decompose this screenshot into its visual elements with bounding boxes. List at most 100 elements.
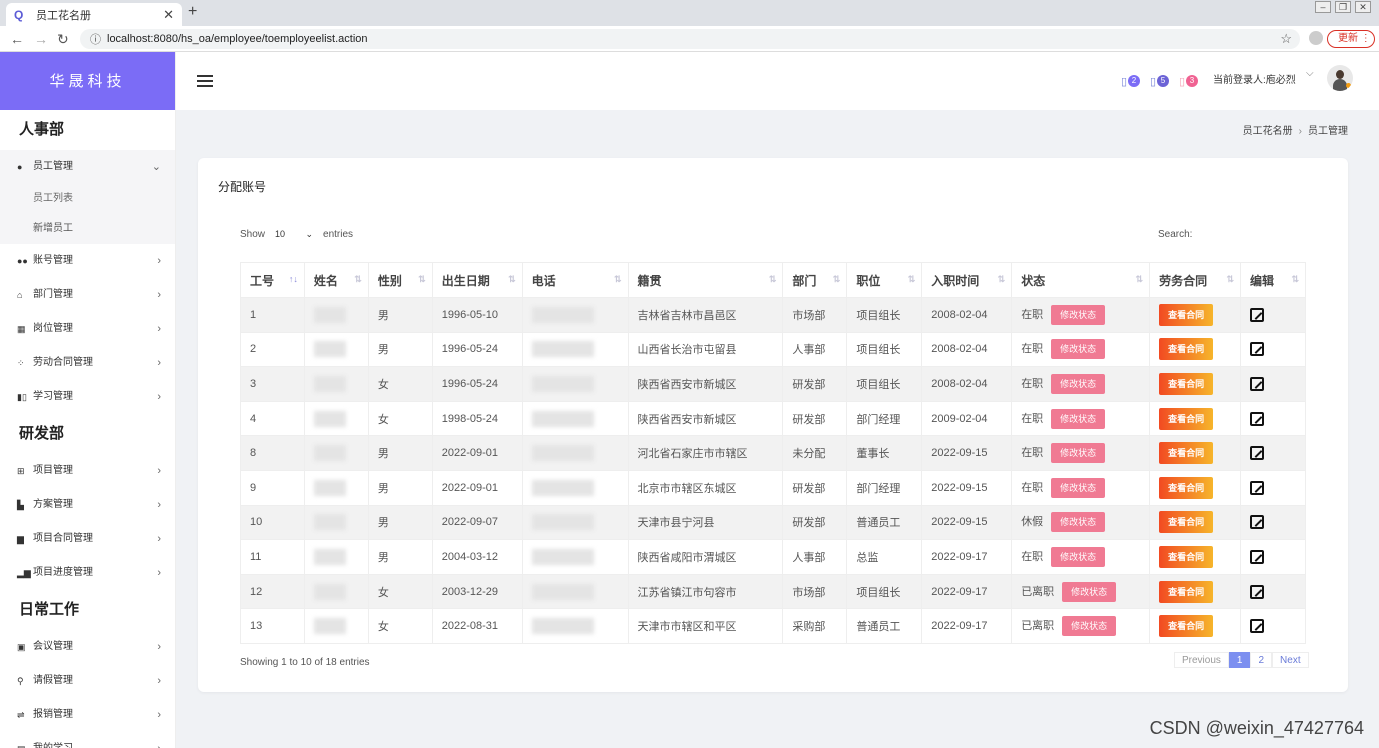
- change-status-button[interactable]: 修改状态: [1051, 443, 1106, 464]
- view-contract-button[interactable]: 查看合同: [1159, 442, 1214, 465]
- notification-alert[interactable]: ▯ 3: [1179, 74, 1198, 88]
- sidebar-item-meeting[interactable]: ▣ 会议管理 ›: [0, 630, 175, 664]
- view-contract-button[interactable]: 查看合同: [1159, 476, 1214, 499]
- cell-edit: [1239, 469, 1307, 506]
- sidebar-item-post[interactable]: ▦ 岗位管理 ›: [0, 312, 175, 346]
- notification-mail[interactable]: ▯ 2: [1121, 74, 1140, 88]
- sidebar-item-employee[interactable]: ● 员工管理 ⌄: [0, 150, 175, 184]
- view-contract-button[interactable]: 查看合同: [1159, 545, 1214, 568]
- change-status-button[interactable]: 修改状态: [1051, 512, 1106, 533]
- menu-toggle-icon[interactable]: [197, 75, 213, 87]
- cell-dept: 市场部: [782, 297, 848, 333]
- col-header-position[interactable]: 职位 ⇅: [846, 262, 923, 298]
- sidebar-item-labor-contract[interactable]: ⁘ 劳动合同管理 ›: [0, 346, 175, 380]
- change-status-button[interactable]: 修改状态: [1051, 339, 1106, 360]
- change-status-button[interactable]: 修改状态: [1051, 546, 1106, 567]
- col-header-name[interactable]: 姓名 ⇅: [303, 262, 369, 298]
- edit-icon[interactable]: [1249, 376, 1264, 391]
- edit-icon[interactable]: [1249, 446, 1264, 461]
- sidebar-item-label: 项目合同管理: [33, 533, 93, 544]
- cell-edit: [1239, 504, 1307, 541]
- profile-icon[interactable]: [1309, 31, 1323, 45]
- edit-icon[interactable]: [1249, 584, 1264, 599]
- edit-icon[interactable]: [1249, 549, 1264, 564]
- change-status-button[interactable]: 修改状态: [1051, 477, 1106, 498]
- view-contract-button[interactable]: 查看合同: [1159, 615, 1214, 638]
- browser-tab[interactable]: Q 员工花名册 ✕: [6, 3, 182, 26]
- col-header-birth[interactable]: 出生日期 ⇅: [431, 262, 523, 298]
- pager-previous[interactable]: Previous: [1174, 652, 1229, 668]
- edit-icon[interactable]: [1249, 307, 1264, 322]
- col-header-origin[interactable]: 籍贯 ⇅: [627, 262, 784, 298]
- cell-birth: 2004-03-12: [431, 539, 523, 575]
- col-header-phone[interactable]: 电话 ⇅: [521, 262, 629, 298]
- view-contract-button[interactable]: 查看合同: [1159, 580, 1214, 603]
- minimize-icon[interactable]: –: [1315, 1, 1331, 13]
- reload-icon[interactable]: ↻: [57, 31, 69, 48]
- sidebar-item-study[interactable]: ▮▯ 学习管理 ›: [0, 380, 175, 414]
- col-header-contract[interactable]: 劳务合同 ⇅: [1149, 262, 1241, 298]
- bookmark-star-icon[interactable]: ☆: [1280, 31, 1292, 47]
- forward-icon[interactable]: →: [34, 31, 48, 47]
- update-button[interactable]: 更新 ⋮: [1327, 30, 1375, 48]
- change-status-button[interactable]: 修改状态: [1062, 581, 1117, 602]
- sidebar-item-reimburse[interactable]: ⇌ 报销管理 ›: [0, 698, 175, 732]
- current-user-label[interactable]: 当前登录人:庖必烈: [1213, 71, 1296, 86]
- chevron-right-icon: ›: [157, 391, 161, 403]
- back-icon[interactable]: ←: [10, 31, 24, 47]
- redacted-phone: [531, 445, 594, 462]
- avatar[interactable]: [1327, 65, 1353, 91]
- col-header-status[interactable]: 状态 ⇅: [1011, 262, 1151, 298]
- sidebar-subitem-employee-list[interactable]: 员工列表: [0, 184, 175, 214]
- page-length-select[interactable]: 10 ⌄: [271, 229, 317, 240]
- col-header-edit[interactable]: 编辑 ⇅: [1239, 262, 1307, 298]
- change-status-button[interactable]: 修改状态: [1062, 616, 1117, 637]
- cell-origin: 陕西省西安市新城区: [627, 400, 784, 437]
- sidebar-item-project-progress[interactable]: ▂▆ 项目进度管理 ›: [0, 556, 175, 590]
- view-contract-button[interactable]: 查看合同: [1159, 372, 1214, 395]
- change-status-button[interactable]: 修改状态: [1051, 304, 1106, 325]
- col-header-dept[interactable]: 部门 ⇅: [782, 262, 848, 298]
- cell-origin: 天津市县宁河县: [627, 504, 784, 541]
- sidebar-item-department[interactable]: ⌂ 部门管理 ›: [0, 278, 175, 312]
- pager-page-2[interactable]: 2: [1250, 652, 1273, 668]
- sidebar-item-project-contract[interactable]: ▆ 项目合同管理 ›: [0, 522, 175, 556]
- window-controls: – ❐ ✕: [1315, 1, 1371, 13]
- col-header-gender[interactable]: 性别 ⇅: [367, 262, 433, 298]
- edit-icon[interactable]: [1249, 480, 1264, 495]
- edit-icon[interactable]: [1249, 619, 1264, 634]
- breadcrumb-root[interactable]: 员工花名册: [1243, 126, 1293, 137]
- edit-icon[interactable]: [1249, 515, 1264, 530]
- status-text: 在职: [1021, 343, 1044, 356]
- close-window-icon[interactable]: ✕: [1355, 1, 1371, 13]
- pager-next[interactable]: Next: [1272, 652, 1309, 668]
- col-header-hired[interactable]: 入职时间 ⇅: [921, 262, 1013, 298]
- col-header-id[interactable]: 工号 ↑↓: [240, 262, 305, 298]
- close-tab-icon[interactable]: ✕: [163, 7, 174, 23]
- view-contract-button[interactable]: 查看合同: [1159, 407, 1214, 430]
- restore-icon[interactable]: ❐: [1335, 1, 1351, 13]
- change-status-button[interactable]: 修改状态: [1051, 408, 1106, 429]
- sidebar-item-account[interactable]: ●● 账号管理 ›: [0, 244, 175, 278]
- pager-page-1[interactable]: 1: [1228, 652, 1251, 668]
- edit-icon[interactable]: [1249, 411, 1264, 426]
- sidebar-subitem-add-employee[interactable]: 新增员工: [0, 214, 175, 244]
- sidebar-item-project[interactable]: ⊞ 项目管理 ›: [0, 454, 175, 488]
- change-status-button[interactable]: 修改状态: [1051, 373, 1106, 394]
- status-text: 已离职: [1021, 585, 1055, 598]
- edit-icon[interactable]: [1249, 342, 1264, 357]
- chevron-down-icon[interactable]: ⌵: [1306, 68, 1314, 79]
- sidebar-item-my-study[interactable]: ▤ 我的学习 ›: [0, 732, 175, 748]
- new-tab-icon[interactable]: +: [188, 3, 197, 21]
- view-contract-button[interactable]: 查看合同: [1159, 303, 1214, 326]
- notification-message[interactable]: ▯ 5: [1150, 74, 1169, 88]
- notification-badge: 3: [1186, 75, 1198, 87]
- view-contract-button[interactable]: 查看合同: [1159, 511, 1214, 534]
- search-label[interactable]: Search:: [1158, 229, 1192, 240]
- sidebar-item-plan[interactable]: ▙ 方案管理 ›: [0, 488, 175, 522]
- url-field[interactable]: ⓘ localhost:8080/hs_oa/employee/toemploy…: [80, 29, 1300, 49]
- sidebar-item-leave[interactable]: ⚲ 请假管理 ›: [0, 664, 175, 698]
- cell-origin: 北京市市辖区东城区: [627, 469, 784, 506]
- view-contract-button[interactable]: 查看合同: [1159, 338, 1214, 361]
- info-icon[interactable]: ⓘ: [90, 31, 101, 47]
